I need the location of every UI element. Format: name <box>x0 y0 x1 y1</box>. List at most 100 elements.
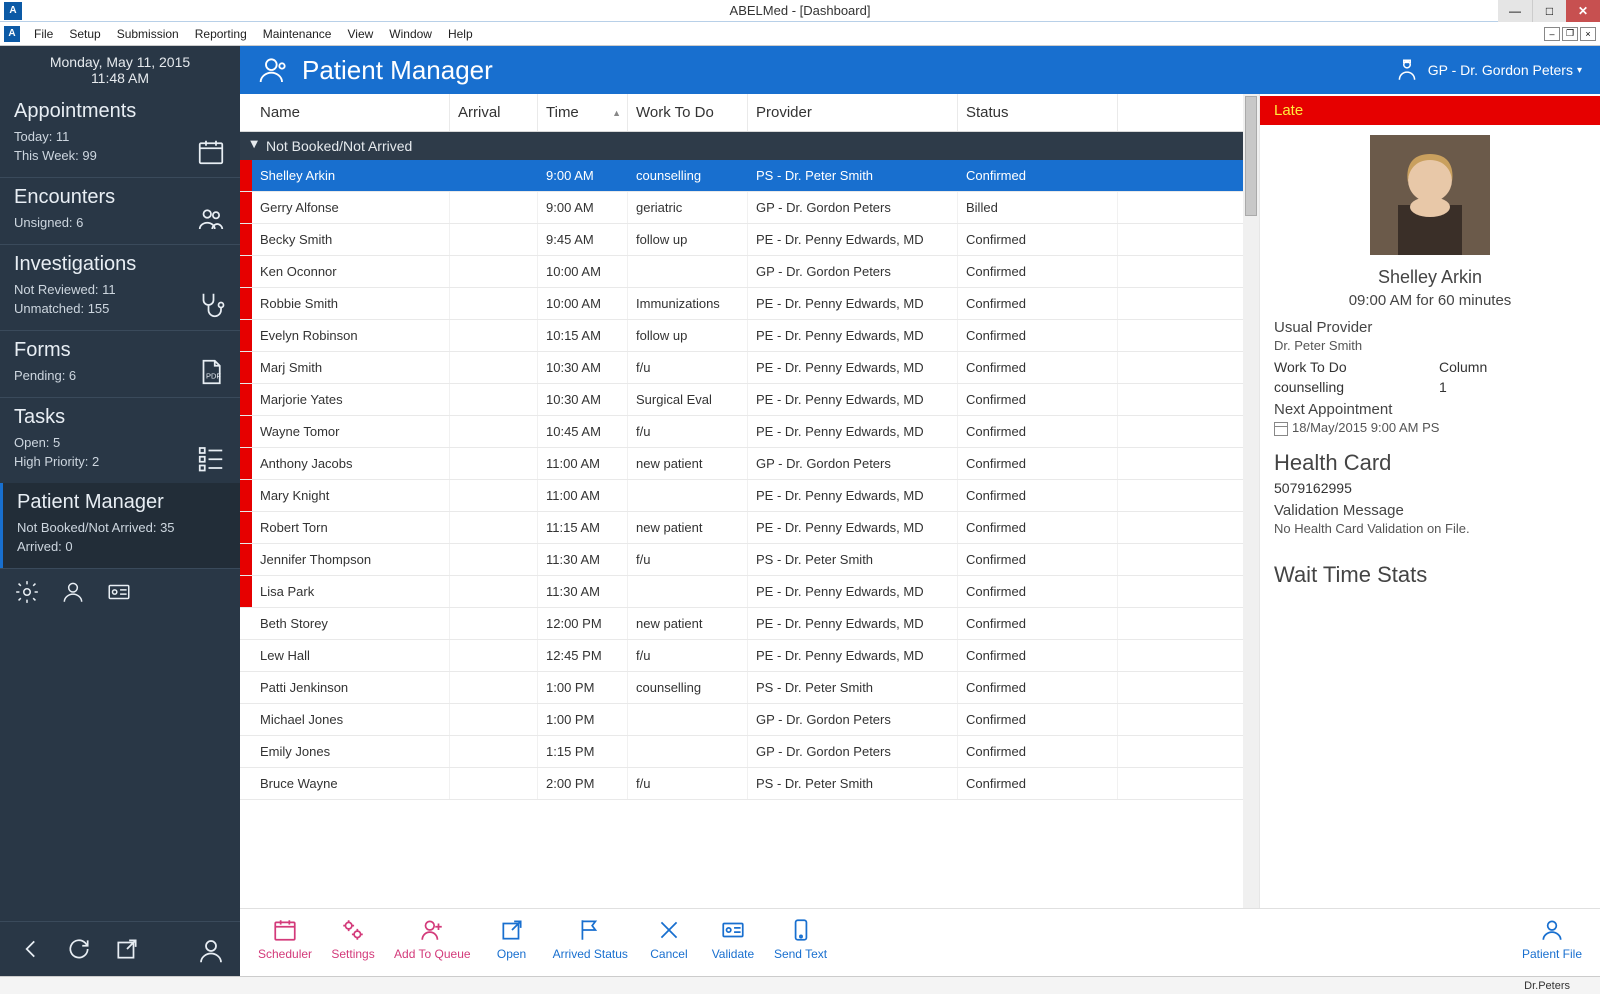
scrollbar-thumb[interactable] <box>1245 96 1257 216</box>
row-flag <box>240 352 252 383</box>
table-row[interactable]: Jennifer Thompson11:30 AMf/uPS - Dr. Pet… <box>240 544 1259 576</box>
row-arrival <box>450 192 538 223</box>
window-close-button[interactable]: ✕ <box>1566 0 1600 22</box>
table-row[interactable]: Wayne Tomor10:45 AMf/uPE - Dr. Penny Edw… <box>240 416 1259 448</box>
row-time: 1:00 PM <box>538 672 628 703</box>
row-provider: PE - Dr. Penny Edwards, MD <box>748 480 958 511</box>
row-status: Confirmed <box>958 704 1118 735</box>
provider-selector[interactable]: GP - Dr. Gordon Peters ▾ <box>1394 57 1582 83</box>
row-name: Ken Oconnor <box>252 256 450 287</box>
back-icon[interactable] <box>18 936 44 962</box>
sidebar-encounters[interactable]: Encounters Unsigned: 6 <box>0 177 240 244</box>
open-button[interactable]: Open <box>489 917 535 961</box>
sidebar-forms[interactable]: Forms Pending: 6 PDF <box>0 330 240 397</box>
sidebar-appointments[interactable]: Appointments Today: 11 This Week: 99 <box>0 92 240 177</box>
sidebar-tasks[interactable]: Tasks Open: 5 High Priority: 2 <box>0 397 240 483</box>
refresh-icon[interactable] <box>66 936 92 962</box>
scheduler-button[interactable]: Scheduler <box>258 917 312 961</box>
sidebar-inv-title: Investigations <box>14 253 226 276</box>
mdi-minimize-button[interactable]: – <box>1544 27 1560 41</box>
row-status: Confirmed <box>958 608 1118 639</box>
menu-file[interactable]: File <box>34 27 53 41</box>
sidebar-datetime: Monday, May 11, 2015 11:48 AM <box>0 46 240 92</box>
table-row[interactable]: Anthony Jacobs11:00 AMnew patientGP - Dr… <box>240 448 1259 480</box>
app-menu-icon[interactable]: A <box>4 26 20 42</box>
row-name: Lew Hall <box>252 640 450 671</box>
row-flag <box>240 672 252 703</box>
menu-submission[interactable]: Submission <box>117 27 179 41</box>
table-row[interactable]: Marj Smith10:30 AMf/uPE - Dr. Penny Edwa… <box>240 352 1259 384</box>
table-row[interactable]: Mary Knight11:00 AMPE - Dr. Penny Edward… <box>240 480 1259 512</box>
settings-button[interactable]: Settings <box>330 917 376 961</box>
grid-scrollbar[interactable] <box>1243 94 1259 908</box>
menu-help[interactable]: Help <box>448 27 473 41</box>
col-arrival[interactable]: Arrival <box>450 94 538 131</box>
menu-maintenance[interactable]: Maintenance <box>263 27 332 41</box>
grid-body: Shelley Arkin9:00 AMcounsellingPS - Dr. … <box>240 160 1259 800</box>
row-time: 10:00 AM <box>538 256 628 287</box>
detail-waittime-title: Wait Time Stats <box>1274 562 1586 588</box>
table-row[interactable]: Robert Torn11:15 AMnew patientPE - Dr. P… <box>240 512 1259 544</box>
menu-view[interactable]: View <box>347 27 373 41</box>
table-row[interactable]: Beth Storey12:00 PMnew patientPE - Dr. P… <box>240 608 1259 640</box>
row-name: Wayne Tomor <box>252 416 450 447</box>
row-flag <box>240 576 252 607</box>
grid-group-header[interactable]: Not Booked/Not Arrived <box>240 132 1259 160</box>
table-row[interactable]: Becky Smith9:45 AMfollow upPE - Dr. Penn… <box>240 224 1259 256</box>
table-row[interactable]: Patti Jenkinson1:00 PMcounsellingPS - Dr… <box>240 672 1259 704</box>
validate-button[interactable]: Validate <box>710 917 756 961</box>
table-row[interactable]: Bruce Wayne2:00 PMf/uPS - Dr. Peter Smit… <box>240 768 1259 800</box>
row-flag <box>240 480 252 511</box>
row-work: follow up <box>628 224 748 255</box>
cancel-button[interactable]: Cancel <box>646 917 692 961</box>
sidebar-inv-notreviewed: Not Reviewed: 11 <box>14 282 226 297</box>
table-row[interactable]: Lisa Park11:30 AMPE - Dr. Penny Edwards,… <box>240 576 1259 608</box>
open-external-icon[interactable] <box>114 936 140 962</box>
patient-tool-icon[interactable] <box>60 579 86 605</box>
row-arrival <box>450 320 538 351</box>
row-arrival <box>450 576 538 607</box>
mdi-close-button[interactable]: × <box>1580 27 1596 41</box>
menu-window[interactable]: Window <box>389 27 432 41</box>
card-tool-icon[interactable] <box>106 579 132 605</box>
send-text-button[interactable]: Send Text <box>774 917 827 961</box>
patient-file-button[interactable]: Patient File <box>1522 917 1582 961</box>
row-name: Patti Jenkinson <box>252 672 450 703</box>
row-work <box>628 704 748 735</box>
settings-gear-icon[interactable] <box>14 579 40 605</box>
table-row[interactable]: Marjorie Yates10:30 AMSurgical EvalPE - … <box>240 384 1259 416</box>
sidebar-patient-manager[interactable]: Patient Manager Not Booked/Not Arrived: … <box>0 483 240 568</box>
menu-reporting[interactable]: Reporting <box>195 27 247 41</box>
page-title: Patient Manager <box>302 55 493 86</box>
table-row[interactable]: Gerry Alfonse9:00 AMgeriatricGP - Dr. Go… <box>240 192 1259 224</box>
table-row[interactable]: Robbie Smith10:00 AMImmunizationsPE - Dr… <box>240 288 1259 320</box>
row-provider: PS - Dr. Peter Smith <box>748 672 958 703</box>
detail-next-appt: 18/May/2015 9:00 AM PS <box>1274 420 1586 436</box>
arrived-status-button[interactable]: Arrived Status <box>553 917 628 961</box>
table-row[interactable]: Evelyn Robinson10:15 AMfollow upPE - Dr.… <box>240 320 1259 352</box>
row-time: 10:45 AM <box>538 416 628 447</box>
table-row[interactable]: Michael Jones1:00 PMGP - Dr. Gordon Pete… <box>240 704 1259 736</box>
add-to-queue-button[interactable]: Add To Queue <box>394 917 471 961</box>
col-time[interactable]: Time <box>538 94 628 131</box>
row-provider: PE - Dr. Penny Edwards, MD <box>748 416 958 447</box>
row-status: Confirmed <box>958 480 1118 511</box>
table-row[interactable]: Shelley Arkin9:00 AMcounsellingPS - Dr. … <box>240 160 1259 192</box>
mdi-restore-button[interactable]: ❐ <box>1562 27 1578 41</box>
bottom-toolbar: Scheduler Settings Add To Queue Open Arr… <box>240 908 1600 976</box>
window-maximize-button[interactable]: □ <box>1532 0 1566 22</box>
table-row[interactable]: Emily Jones1:15 PMGP - Dr. Gordon Peters… <box>240 736 1259 768</box>
window-minimize-button[interactable]: — <box>1498 0 1532 22</box>
col-name[interactable]: Name <box>252 94 450 131</box>
sidebar-investigations[interactable]: Investigations Not Reviewed: 11 Unmatche… <box>0 244 240 330</box>
col-work[interactable]: Work To Do <box>628 94 748 131</box>
row-work: f/u <box>628 640 748 671</box>
patient-photo <box>1370 135 1490 255</box>
col-status[interactable]: Status <box>958 94 1118 131</box>
row-name: Marj Smith <box>252 352 450 383</box>
table-row[interactable]: Lew Hall12:45 PMf/uPE - Dr. Penny Edward… <box>240 640 1259 672</box>
menu-setup[interactable]: Setup <box>69 27 100 41</box>
row-provider: GP - Dr. Gordon Peters <box>748 448 958 479</box>
col-provider[interactable]: Provider <box>748 94 958 131</box>
table-row[interactable]: Ken Oconnor10:00 AMGP - Dr. Gordon Peter… <box>240 256 1259 288</box>
